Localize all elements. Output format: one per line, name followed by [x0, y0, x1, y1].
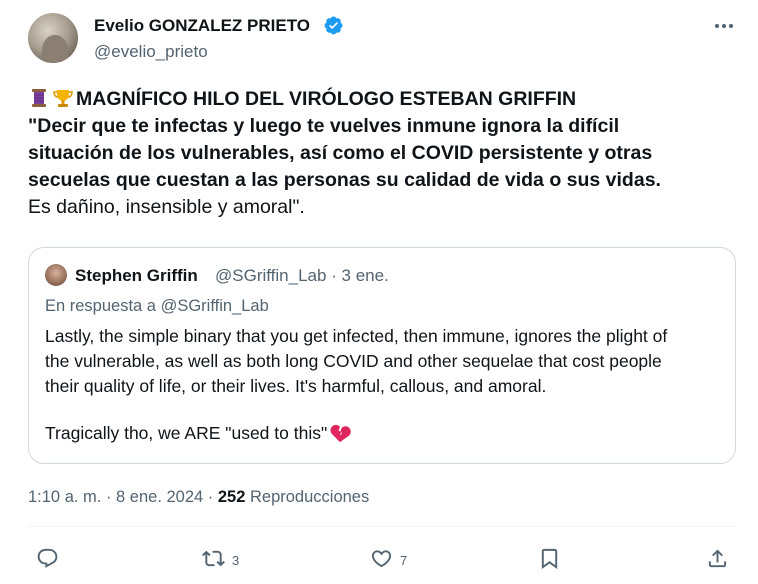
- tweet-line: "Decir que te infectas y luego te vuelve…: [28, 115, 620, 137]
- tweet-text: MAGNÍFICO HILO DEL VIRÓLOGO ESTEBAN GRIF…: [28, 86, 728, 221]
- quote-last-line: Tragically tho, we ARE "used to this": [45, 423, 328, 443]
- author-handle[interactable]: @evelio_prieto: [94, 42, 208, 62]
- tweet-metadata: 1:10 a. m. · 8 ene. 2024 · 252 Reproducc…: [28, 488, 369, 507]
- quote-author-handle-date[interactable]: @SGriffin_Lab · 3 ene.: [215, 266, 389, 286]
- reply-button[interactable]: [36, 546, 66, 570]
- retweet-button[interactable]: 3: [202, 546, 239, 570]
- tweet-line: Es dañino, insensible y amoral".: [28, 196, 305, 218]
- trophy-icon: [53, 90, 73, 107]
- quote-author-name[interactable]: Stephen Griffin: [75, 266, 198, 286]
- quote-spacer: [45, 399, 725, 421]
- tweet-line: situación de los vulnerables, así como e…: [28, 142, 653, 164]
- like-count: 7: [400, 552, 408, 568]
- reply-icon: [37, 548, 58, 568]
- quote-author-avatar[interactable]: [45, 264, 67, 286]
- heart-icon: [371, 549, 392, 567]
- quote-line: the vulnerable, as well as both long COV…: [45, 351, 662, 371]
- quote-line: their quality of life, or their lives. I…: [45, 376, 547, 396]
- quote-line: Lastly, the simple binary that you get i…: [45, 326, 668, 346]
- tweet-line: secuelas que cuestan a las personas su c…: [28, 169, 661, 191]
- share-button[interactable]: [706, 546, 729, 570]
- more-options-icon[interactable]: [713, 16, 735, 36]
- views-count: 252: [217, 488, 246, 506]
- quoted-tweet[interactable]: Stephen Griffin @SGriffin_Lab · 3 ene. E…: [28, 247, 736, 464]
- verified-badge-icon: [324, 16, 343, 35]
- retweet-icon: [202, 550, 225, 566]
- divider: [28, 526, 736, 527]
- author-name[interactable]: Evelio GONZALEZ PRIETO: [94, 16, 310, 36]
- quote-reply-context: En respuesta a @SGriffin_Lab: [45, 297, 269, 315]
- views-label: Reproducciones: [245, 488, 370, 506]
- thread-spool-icon: [32, 89, 46, 107]
- broken-heart-icon: [330, 424, 351, 443]
- like-button[interactable]: 7: [370, 546, 407, 570]
- quote-text: Lastly, the simple binary that you get i…: [45, 324, 725, 446]
- bookmark-button[interactable]: [538, 546, 561, 570]
- author-avatar[interactable]: [28, 13, 78, 63]
- tweet-headline: MAGNÍFICO HILO DEL VIRÓLOGO ESTEBAN GRIF…: [76, 88, 577, 110]
- tweet-datetime[interactable]: 1:10 a. m. · 8 ene. 2024 ·: [28, 488, 218, 506]
- bookmark-icon: [541, 548, 558, 569]
- share-icon: [708, 548, 727, 567]
- retweet-count: 3: [232, 552, 240, 568]
